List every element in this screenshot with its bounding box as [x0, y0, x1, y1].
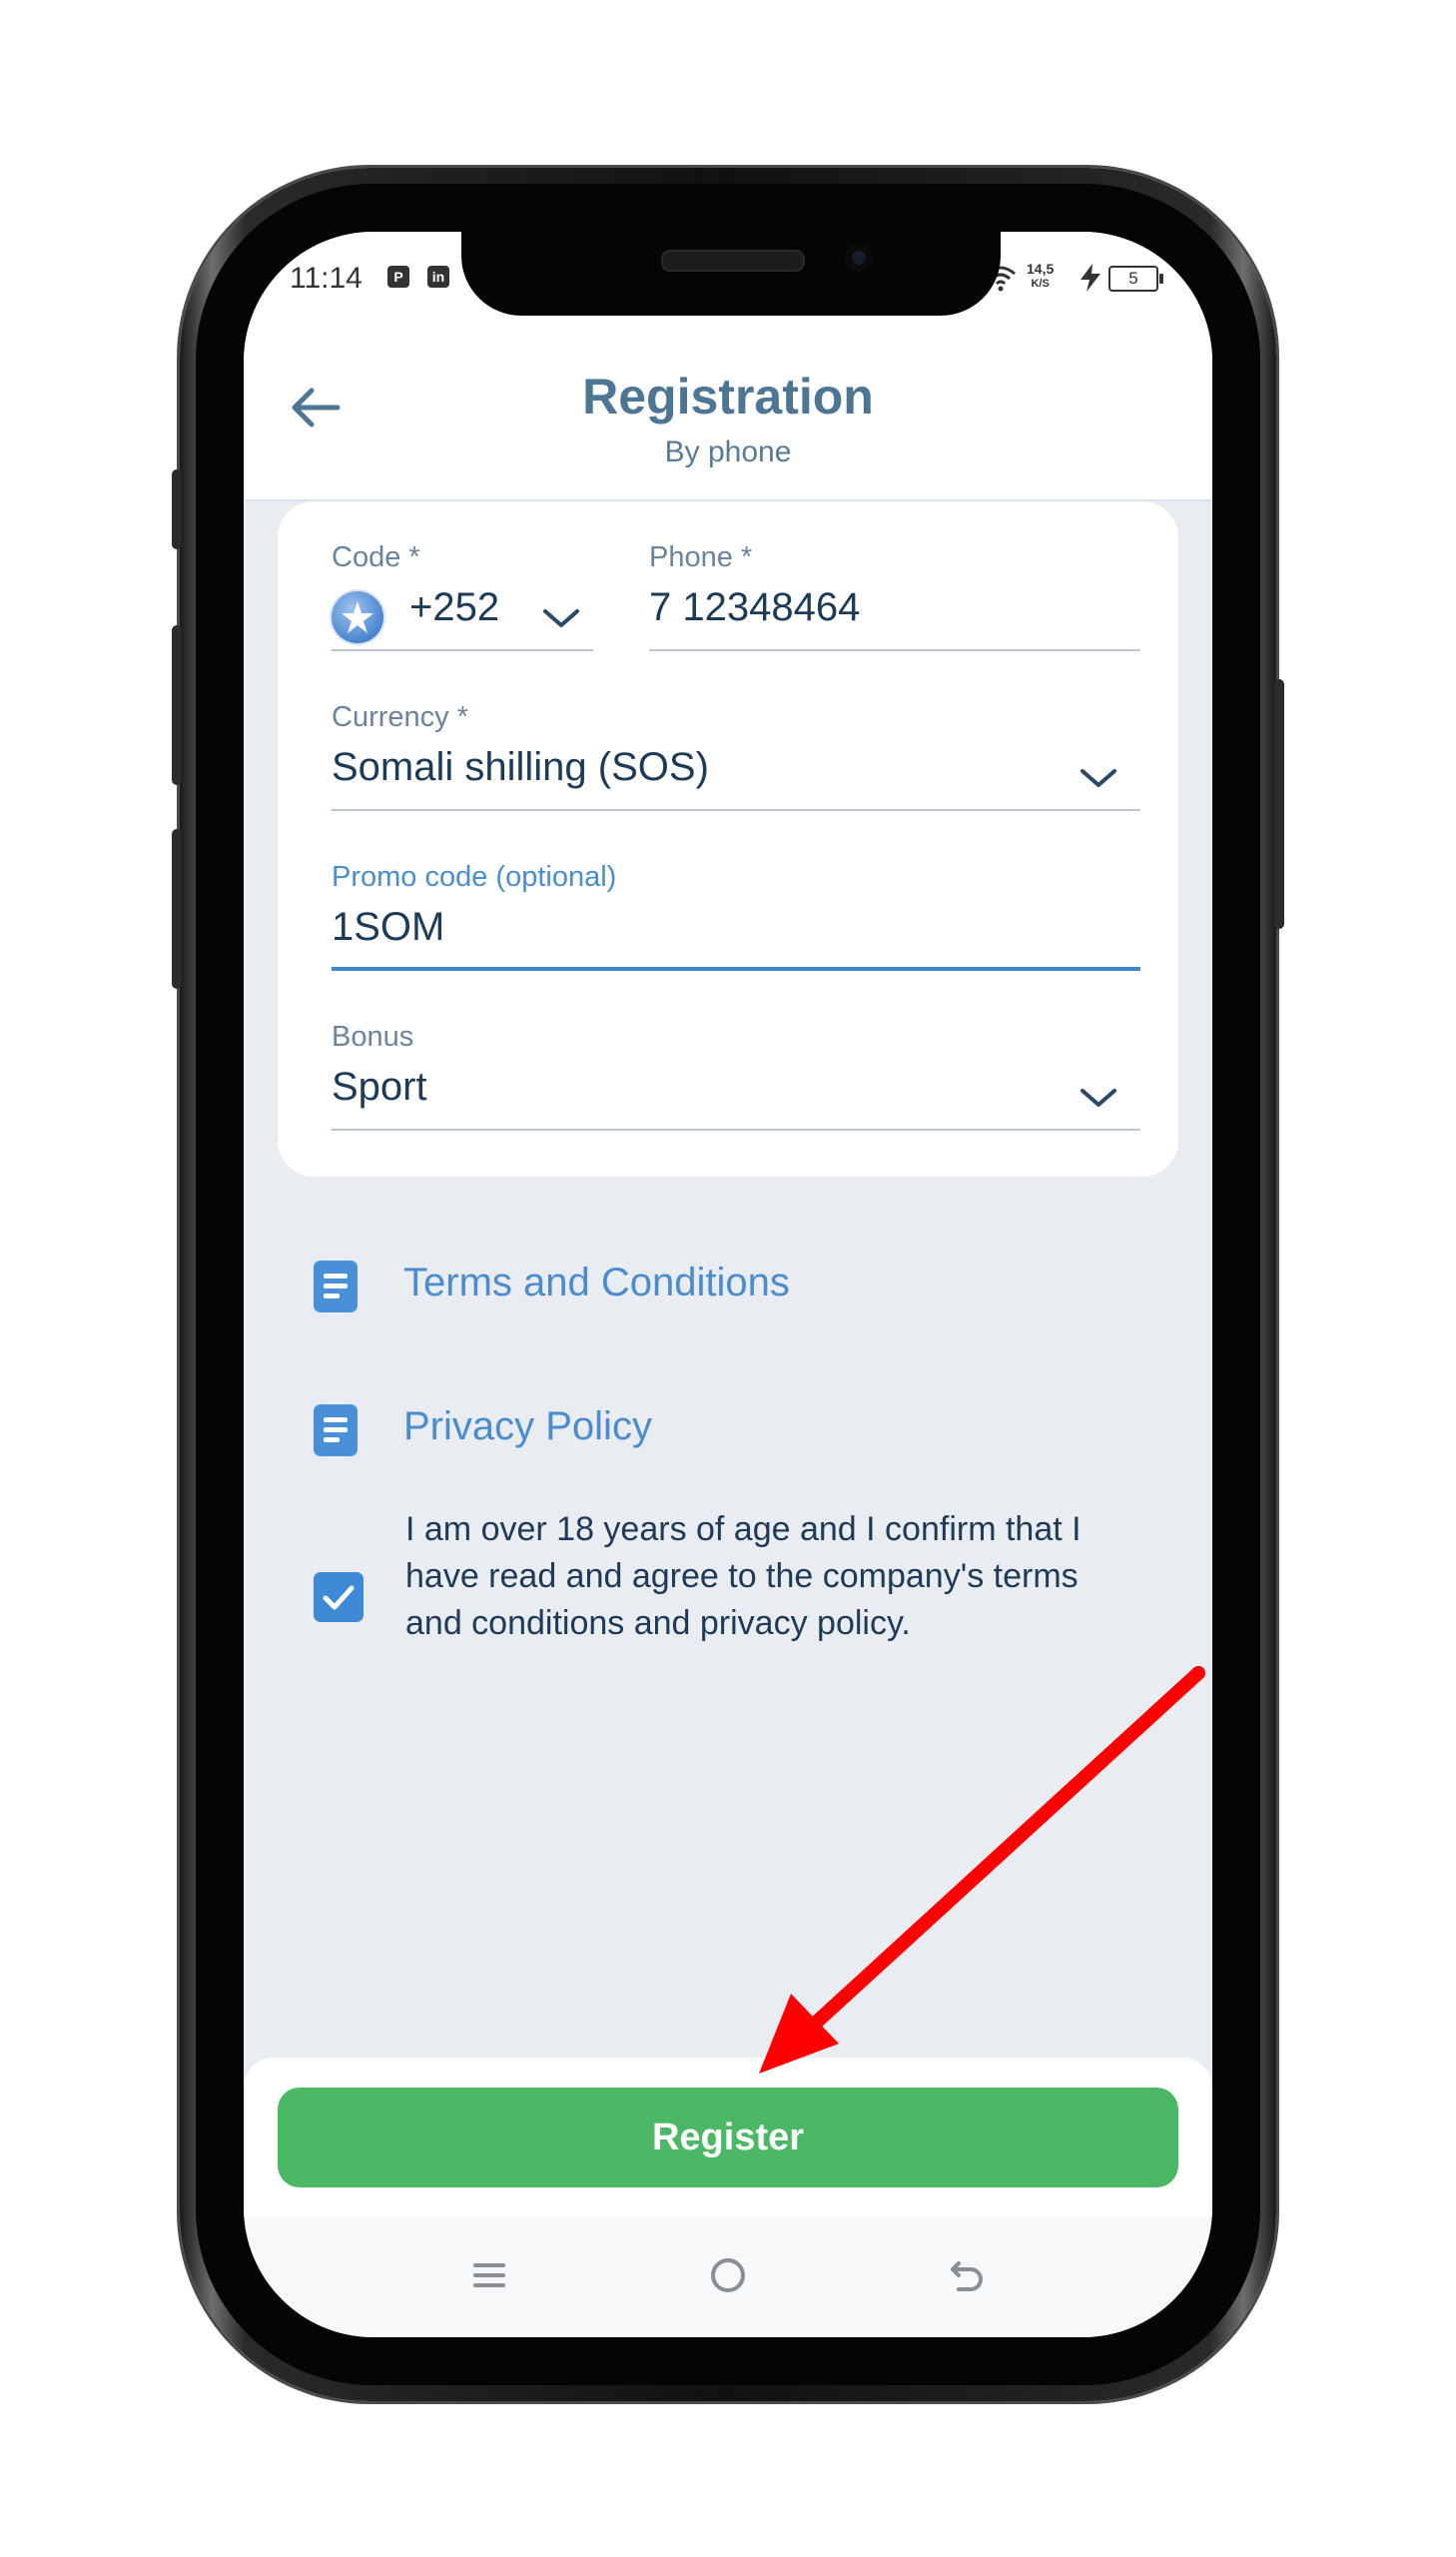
- register-button[interactable]: Register: [278, 2088, 1178, 2187]
- phone-underline: [649, 649, 1140, 651]
- privacy-link-label: Privacy Policy: [403, 1404, 652, 1448]
- age-consent-text: I am over 18 years of age and I confirm …: [405, 1510, 1082, 1642]
- bonus-select[interactable]: Sport: [332, 1065, 427, 1110]
- bonus-underline: [332, 1129, 1140, 1131]
- currency-select[interactable]: Somali shilling (SOS): [332, 745, 709, 790]
- currency-chevron-down-icon[interactable]: [1077, 763, 1120, 793]
- camera-notch: [461, 232, 1001, 316]
- footer-panel: Register: [244, 2058, 1212, 2217]
- speaker-grille: [661, 250, 805, 272]
- network-speed: 14,5 K/S: [1027, 262, 1054, 292]
- phone-volume-down-button: [172, 829, 182, 989]
- system-navigation-bar: [244, 2217, 1212, 2337]
- currency-underline: [332, 809, 1140, 811]
- document-icon: [314, 1404, 358, 1456]
- phone-volume-up-button: [172, 625, 182, 785]
- phone-power-button: [1274, 679, 1284, 929]
- code-label: Code *: [332, 541, 420, 573]
- page-title: Registration: [582, 369, 874, 425]
- home-circle-icon[interactable]: [698, 2245, 758, 2305]
- phone-input[interactable]: 7 12348464: [649, 585, 860, 630]
- linkedin-icon: in: [427, 266, 449, 288]
- app-screen: 11:14 P in 14,5 K/S 5 Registration By ph…: [244, 232, 1212, 2337]
- code-underline: [332, 649, 593, 651]
- currency-label: Currency *: [332, 701, 468, 733]
- registration-form-card: Code * +252 Phone * 7 12348464 Currency …: [278, 501, 1178, 1177]
- promo-code-underline: [332, 967, 1140, 971]
- network-speed-value: 14,5: [1027, 261, 1055, 277]
- age-consent-checkbox[interactable]: [314, 1572, 364, 1622]
- flag-star-icon: [342, 601, 373, 633]
- phone-label: Phone *: [649, 541, 753, 573]
- bonus-label: Bonus: [332, 1021, 414, 1053]
- charging-icon: [1081, 264, 1100, 292]
- bonus-chevron-down-icon[interactable]: [1077, 1083, 1120, 1113]
- country-code-select[interactable]: +252: [409, 585, 499, 630]
- terms-link-label: Terms and Conditions: [403, 1261, 790, 1304]
- page-subtitle: By phone: [664, 435, 792, 468]
- terms-and-conditions-link[interactable]: Terms and Conditions: [314, 1255, 1112, 1314]
- back-return-icon[interactable]: [937, 2245, 997, 2305]
- checkmark-icon: [323, 1585, 355, 1610]
- app-header: Registration By phone: [244, 328, 1212, 501]
- network-speed-unit: K/S: [1031, 278, 1050, 290]
- status-time: 11:14: [290, 262, 363, 295]
- notification-app-icon: P: [387, 266, 409, 288]
- front-camera: [845, 244, 873, 272]
- menu-icon[interactable]: [459, 2245, 519, 2305]
- phone-side-button: [172, 469, 182, 549]
- document-icon: [314, 1261, 358, 1312]
- promo-code-label: Promo code (optional): [332, 861, 617, 893]
- privacy-policy-link[interactable]: Privacy Policy: [314, 1398, 1112, 1458]
- code-chevron-down-icon[interactable]: [539, 603, 583, 633]
- promo-code-input[interactable]: 1SOM: [332, 905, 444, 950]
- somalia-flag-icon: [332, 591, 383, 643]
- battery-indicator: 5: [1108, 266, 1163, 292]
- age-consent-row: I am over 18 years of age and I confirm …: [314, 1506, 1172, 1706]
